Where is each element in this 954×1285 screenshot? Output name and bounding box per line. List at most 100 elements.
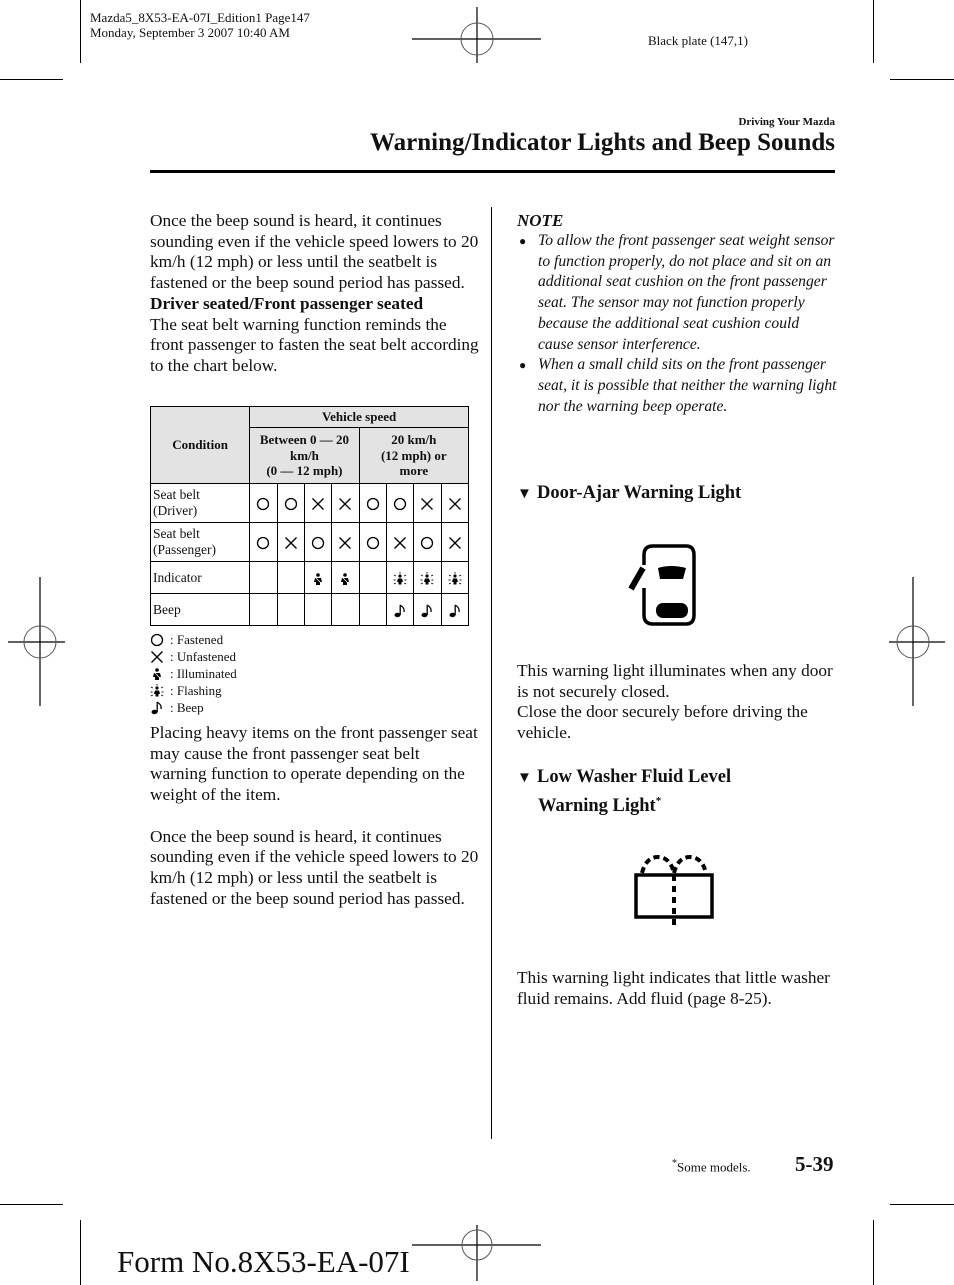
table-cell — [303, 522, 333, 562]
note-list: ● To allow the front passenger seat weigh… — [517, 231, 837, 417]
crop-mark — [873, 0, 874, 63]
unfastened-icon — [420, 497, 434, 511]
plate-label: Black plate (147,1) — [648, 33, 748, 48]
row-label: Seat belt (Driver) — [149, 483, 251, 523]
unfastened-icon — [150, 650, 164, 664]
door-ajar-paragraph-1: This warning light illuminates when any … — [517, 661, 833, 701]
table-cell — [358, 483, 387, 523]
table-cell — [440, 483, 470, 523]
table-row: Indicator — [149, 561, 470, 594]
legend-label: : Illuminated — [170, 666, 237, 681]
fastened-icon — [366, 536, 380, 550]
table-cell — [358, 522, 387, 562]
footnote: *Some models. — [672, 1158, 751, 1175]
crop-mark — [0, 79, 63, 80]
fastened-icon — [256, 536, 270, 550]
door-ajar-paragraph-2: Close the door securely before driving t… — [517, 702, 808, 743]
table-cell — [276, 483, 305, 523]
page-number: 5-39 — [795, 1152, 834, 1176]
table-cell — [385, 561, 415, 594]
table-cell — [440, 593, 470, 626]
form-number: Form No.8X53-EA-07I — [117, 1244, 410, 1279]
unfastened-icon — [448, 536, 462, 550]
table-cell — [331, 593, 360, 626]
row-label: Indicator — [149, 561, 251, 594]
unfastened-icon — [448, 497, 462, 511]
left-column-lower: Placing heavy items on the front passeng… — [150, 723, 480, 909]
table-cell — [413, 561, 442, 594]
table-cell — [249, 522, 278, 562]
section-name: Driving Your Mazda — [738, 116, 835, 128]
registration-mark-right — [889, 577, 945, 706]
illuminated-icon — [338, 572, 352, 586]
table-cell — [385, 483, 415, 523]
file-line: Mazda5_8X53-EA-07I_Edition1 Page147 — [90, 10, 310, 25]
speed-low-header: Between 0 — 20 km/h (0 — 12 mph) — [249, 427, 360, 484]
door-ajar-text: This warning light illuminates when any … — [517, 661, 837, 744]
legend-item: : Illuminated — [150, 665, 237, 682]
legend-label: : Fastened — [170, 632, 224, 647]
table-cell — [303, 561, 333, 594]
table-cell — [249, 561, 278, 594]
fastened-icon — [256, 497, 270, 511]
subheading-seated: Driver seated/Front passenger seated — [150, 293, 424, 313]
door-ajar-icon — [628, 544, 696, 626]
beep-icon — [420, 603, 434, 618]
left-column: Once the beep sound is heard, it continu… — [150, 211, 480, 377]
table-cell — [413, 593, 442, 626]
fastened-icon — [366, 497, 380, 511]
washer-heading: ▼ Low Washer Fluid Level Warning Light* — [517, 767, 732, 817]
crop-mark — [890, 79, 954, 80]
note-item: ● When a small child sits on the front pa… — [519, 356, 837, 415]
note-title: NOTE — [517, 211, 564, 230]
registration-mark-bottom — [412, 1225, 541, 1281]
table-cell — [413, 522, 442, 562]
registration-mark-top — [412, 7, 541, 63]
unfastened-icon — [284, 536, 298, 550]
triangle-down-icon: ▼ — [517, 486, 532, 502]
illuminated-icon — [311, 572, 325, 586]
row-label: Beep — [149, 593, 251, 626]
table-cell — [385, 522, 415, 562]
flashing-icon — [393, 571, 407, 586]
crop-mark — [80, 0, 81, 63]
table-header-row: Condition Vehicle speed — [149, 406, 469, 484]
table-cell — [276, 593, 305, 626]
table-cell — [440, 522, 470, 562]
washer-paragraph: This warning light indicates that little… — [517, 968, 830, 1008]
table-cell — [303, 593, 333, 626]
page-title: Warning/Indicator Lights and Beep Sounds — [370, 129, 835, 156]
table-row: Beep — [149, 593, 470, 626]
crop-mark — [0, 1204, 63, 1205]
paragraph-beep-continues: Once the beep sound is heard, it continu… — [150, 211, 479, 293]
legend-item: : Unfastened — [150, 648, 237, 665]
beep-icon — [448, 603, 462, 618]
table-cell — [358, 561, 387, 594]
crop-mark — [80, 1220, 81, 1285]
table-row: Seat belt (Passenger) — [149, 522, 470, 562]
condition-header: Condition — [149, 406, 251, 484]
unfastened-icon — [311, 497, 325, 511]
paragraph-reminder: The seat belt warning function reminds t… — [150, 314, 479, 375]
unfastened-icon — [338, 497, 352, 511]
note-item: ● To allow the front passenger seat weigh… — [519, 232, 835, 353]
unfastened-icon — [393, 536, 407, 550]
fastened-icon — [420, 536, 434, 550]
table-cell — [249, 593, 278, 626]
paragraph-beep-continues-2: Once the beep sound is heard, it continu… — [150, 826, 479, 908]
table-cell — [440, 561, 470, 594]
washer-fluid-icon — [634, 854, 714, 929]
flashing-icon — [420, 571, 434, 586]
table-cell — [358, 593, 387, 626]
date-line: Monday, September 3 2007 10:40 AM — [90, 25, 290, 40]
beep-icon — [150, 700, 164, 715]
door-ajar-heading: ▼ Door-Ajar Warning Light — [517, 482, 741, 506]
table-cell — [385, 593, 415, 626]
legend-item: : Fastened — [150, 631, 237, 648]
vehicle-speed-header: Vehicle speed — [249, 406, 469, 428]
table-body: Seat belt (Driver) Seat belt (Passenger) Ind… — [149, 483, 470, 626]
beep-icon — [393, 603, 407, 618]
table-cell — [331, 522, 360, 562]
asterisk-mark: * — [655, 795, 662, 807]
fastened-icon — [284, 497, 298, 511]
